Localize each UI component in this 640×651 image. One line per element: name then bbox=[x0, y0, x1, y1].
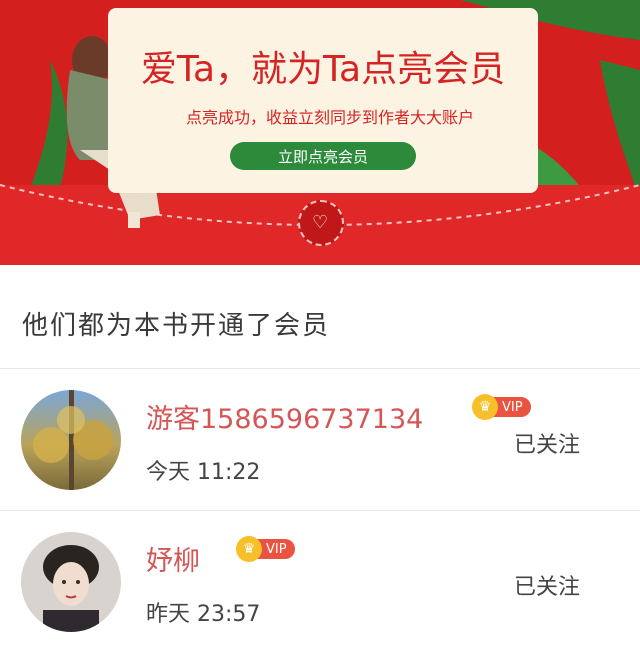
member-name[interactable]: 游客1586596737134 bbox=[146, 397, 423, 436]
member-time: 今天 11:22 bbox=[146, 460, 261, 485]
member-time: 昨天 23:57 bbox=[146, 602, 261, 627]
banner-title: 爱Ta，就为Ta点亮会员 bbox=[140, 49, 506, 90]
crown-icon: ♛ bbox=[236, 536, 262, 562]
portrait-avatar-image bbox=[43, 545, 99, 632]
member-name[interactable]: 妤柳 bbox=[146, 539, 200, 578]
heart-seal-icon: ♡ bbox=[298, 200, 344, 246]
forest-avatar-image bbox=[33, 390, 113, 490]
section-title: 他们都为本书开通了会员 bbox=[22, 311, 331, 341]
member-row[interactable]: 游客1586596737134 ♛ VIP 今天 11:22 已关注 bbox=[0, 369, 640, 509]
member-row[interactable]: 妤柳 ♛ VIP 昨天 23:57 已关注 bbox=[0, 511, 640, 651]
follow-status-button[interactable]: 已关注 bbox=[514, 427, 580, 459]
avatar[interactable] bbox=[21, 390, 121, 490]
promo-banner[interactable]: 爱Ta，就为Ta点亮会员 点亮成功，收益立刻同步到作者大大账户 立即点亮会员 ♡ bbox=[0, 0, 640, 265]
avatar[interactable] bbox=[21, 532, 121, 632]
vip-badge: ♛ VIP bbox=[472, 394, 531, 420]
activate-membership-button[interactable]: 立即点亮会员 bbox=[230, 142, 416, 170]
vip-badge: ♛ VIP bbox=[236, 536, 295, 562]
crown-icon: ♛ bbox=[472, 394, 498, 420]
follow-status-button[interactable]: 已关注 bbox=[514, 569, 580, 601]
banner-subtitle: 点亮成功，收益立刻同步到作者大大账户 bbox=[185, 108, 474, 127]
